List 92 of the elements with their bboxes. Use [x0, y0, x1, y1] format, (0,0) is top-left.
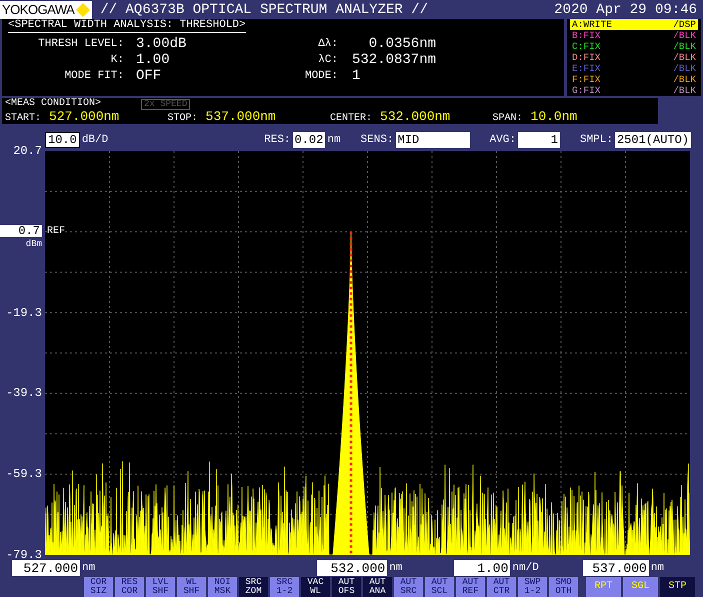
ref-value[interactable]: 0.7 — [0, 224, 42, 237]
soft-key[interactable]: SMO OTH — [549, 577, 578, 597]
trace-mode: /BLK — [673, 63, 696, 74]
meas-label: START: — [5, 114, 42, 124]
sweep-key[interactable]: STP — [660, 577, 695, 597]
trace-label: E:FIX — [572, 63, 601, 74]
trace-item[interactable]: G:FIX /BLK — [570, 85, 698, 96]
soft-key[interactable]: VAC WL — [301, 577, 330, 597]
date-time: 2020 Apr 29 09:46 — [554, 2, 697, 16]
soft-key[interactable]: AUT OFS — [332, 577, 361, 597]
diamond-icon — [76, 2, 90, 16]
meas-label: STOP: — [168, 114, 198, 124]
trace-item[interactable]: B:FIX /BLK — [570, 30, 698, 41]
meas-label: SPAN: — [492, 114, 523, 124]
setting-value[interactable]: 1 — [518, 132, 560, 148]
soft-key[interactable]: NOI MSK — [208, 577, 237, 597]
field-label: Δλ: — [317, 38, 338, 50]
scale-value[interactable]: 10.0 — [45, 132, 80, 148]
soft-key[interactable]: SRC 1-2 — [270, 577, 299, 597]
meas-label: CENTER: — [330, 114, 372, 124]
trace-mode: /BLK — [673, 30, 696, 41]
field-label: MODE: — [304, 70, 338, 82]
x-axis-value[interactable]: 532.000 — [317, 560, 388, 576]
soft-key[interactable]: AUT SCL — [425, 577, 454, 597]
field-value: 532.0837nm — [352, 53, 436, 67]
y-axis-label: -19.3 — [6, 306, 42, 319]
trace-item[interactable]: E:FIX /BLK — [570, 63, 698, 74]
soft-key[interactable]: WL SHF — [177, 577, 206, 597]
meas-value: 532.000nm — [380, 110, 450, 122]
setting-value[interactable]: MID — [396, 132, 470, 148]
trace-label: G:FIX — [572, 85, 601, 96]
trace-mode: /DSP — [673, 19, 696, 30]
y-axis-label: -59.3 — [6, 468, 42, 480]
field-label: THRESH LEVEL: — [37, 38, 124, 50]
trace-mode: /BLK — [673, 85, 696, 96]
meas-value: 527.000nm — [49, 110, 120, 122]
soft-key[interactable]: AUT CTR — [487, 577, 516, 597]
trace-mode: /BLK — [673, 74, 696, 85]
soft-key[interactable]: SWP 1-2 — [518, 577, 547, 597]
meas-title: <MEAS CONDITION> — [5, 99, 102, 109]
x-axis-unit: nm — [82, 562, 96, 574]
x-axis-value[interactable]: 537.000 — [582, 560, 649, 576]
soft-key[interactable]: AUT SRC — [394, 577, 423, 597]
trace-label: C:FIX — [572, 41, 601, 52]
x-axis-unit: nm — [389, 562, 402, 574]
meas-value: 10.0nm — [530, 110, 578, 122]
soft-key[interactable]: COR SIZ — [84, 577, 113, 597]
trace-label: B:FIX — [572, 30, 601, 41]
ref-unit: dBm — [26, 240, 42, 249]
y-axis-label: -39.3 — [6, 387, 42, 400]
setting-label: RES: — [264, 134, 291, 146]
y-axis-label: -79.3 — [6, 549, 42, 561]
trace-label: A:WRITE — [572, 19, 612, 30]
window-title: // AQ6373B OPTICAL SPECTRUM ANALYZER // — [100, 2, 428, 16]
soft-key[interactable]: SRC ZOM — [239, 577, 268, 597]
trace-item[interactable]: A:WRITE /DSP — [570, 19, 698, 30]
soft-key[interactable]: AUT ANA — [363, 577, 392, 597]
brand-name: YOKOGAWA — [2, 3, 74, 16]
y-axis-label: 20.7 — [13, 145, 42, 157]
soft-key[interactable]: LVL SHF — [146, 577, 175, 597]
trace-mode: /BLK — [673, 52, 696, 63]
trace-item[interactable]: C:FIX /BLK — [570, 41, 698, 52]
trace-label: D:FIX — [572, 52, 601, 63]
scale-unit: dB/D — [82, 134, 108, 146]
x-axis-value[interactable]: 527.000 — [12, 560, 80, 576]
x-axis-value[interactable]: 1.00 — [454, 560, 510, 576]
setting-label: SENS: — [360, 134, 394, 146]
trace-label: F:FIX — [572, 74, 601, 85]
trace-item[interactable]: F:FIX /BLK — [570, 74, 698, 85]
field-value: 1.00 — [136, 53, 171, 67]
x-axis-unit: nm/D — [512, 562, 539, 574]
soft-key[interactable]: AUT REF — [456, 577, 485, 597]
field-value: 0.0356nm — [368, 37, 436, 51]
setting-value[interactable]: 0.02 — [292, 132, 326, 148]
meas-value: 537.000nm — [206, 110, 276, 122]
trace-mode: /BLK — [673, 41, 696, 52]
setting-unit: nm — [327, 134, 341, 146]
field-value: 3.00dB — [136, 37, 188, 51]
ref-label: REF — [47, 226, 66, 237]
setting-label: AVG: — [490, 134, 516, 146]
x-axis-unit: nm — [650, 562, 664, 574]
setting-value[interactable]: 2501(AUTO) — [614, 132, 691, 148]
analysis-title: <SPECTRAL WIDTH ANALYSIS: THRESHOLD> — [8, 20, 246, 33]
field-value: 1 — [352, 69, 362, 83]
field-value: OFF — [136, 69, 162, 83]
soft-key[interactable]: RES COR — [115, 577, 144, 597]
field-label: K: — [110, 54, 124, 66]
speed-badge: 2x SPEED — [141, 98, 190, 110]
trace-item[interactable]: D:FIX /BLK — [570, 52, 698, 63]
setting-label: SMPL: — [580, 134, 613, 146]
field-label: λC: — [317, 54, 338, 66]
field-label: MODE FIT: — [64, 70, 124, 82]
